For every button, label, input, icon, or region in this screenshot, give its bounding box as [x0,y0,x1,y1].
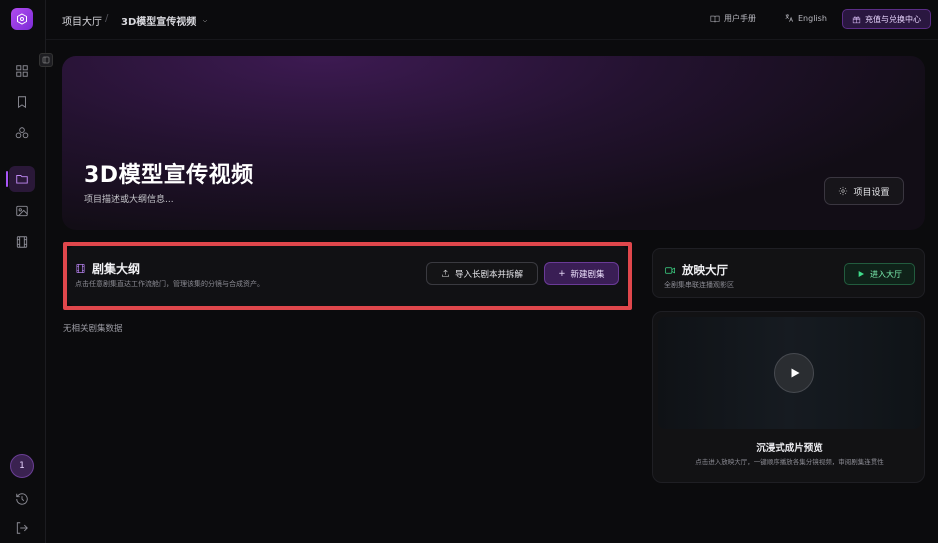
logo-icon [17,13,27,25]
avatar[interactable]: 1 [10,454,34,478]
logout-button[interactable] [9,515,35,541]
screening-hall-title: 放映大厅 [664,262,728,278]
project-description: 项目描述或大纲信息... [84,195,174,205]
play-icon [791,368,800,378]
breadcrumb-separator: / [105,13,109,24]
preview-video[interactable] [658,317,921,429]
history-button[interactable] [9,486,35,512]
preview-title: 沉浸式成片预览 [756,443,823,454]
preview-description: 点击进入放映大厅，一键顺序播放各集分镜视频，审阅剧集连贯性 [695,458,884,466]
screening-hall-title-text: 放映大厅 [682,263,728,277]
image-icon [16,205,28,217]
topbar: 项目大厅 / 3D模型宣传视频 用户手册 English 充值与兑换中心 [46,0,938,40]
chevron-down-icon [203,19,208,22]
project-settings-button[interactable]: 项目设置 [824,177,904,205]
bookmark-icon [18,96,26,109]
enter-hall-button[interactable]: 进入大厅 [844,263,915,285]
breadcrumb-root[interactable]: 项目大厅 [62,13,102,28]
recharge-label: 充值与兑换中心 [865,14,921,24]
assets-icon [15,127,29,139]
play-icon [858,271,864,277]
sidebar-collapse-button[interactable] [39,53,53,67]
user-manual-label: 用户手册 [724,14,756,23]
page-title: 3D模型宣传视频 [84,163,254,188]
language-switch[interactable]: English [784,13,827,23]
highlight-box [63,242,632,310]
panel-icon [42,56,50,64]
breadcrumb-current-label: 3D模型宣传视频 [121,17,197,28]
film-icon [16,236,28,248]
sidebar-item-videos[interactable] [9,229,35,255]
project-hero: 3D模型宣传视频 项目描述或大纲信息... 项目设置 [62,56,925,230]
app-logo[interactable] [11,8,33,30]
translate-icon [785,14,794,22]
user-manual-link[interactable]: 用户手册 [710,13,756,24]
sidebar-item-dashboard[interactable] [9,58,35,84]
video-camera-icon [665,266,675,274]
sidebar-item-projects[interactable] [6,166,35,192]
preview-card[interactable]: 沉浸式成片预览 点击进入放映大厅，一键顺序播放各集分镜视频，审阅剧集连贯性 [652,311,925,483]
logout-icon [16,522,28,534]
history-icon [16,493,28,505]
play-button[interactable] [774,353,814,393]
screening-hall-card: 放映大厅 全剧集串联连播观影区 进入大厅 [652,248,925,298]
avatar-label: 1 [19,461,25,471]
screening-hall-subtitle: 全剧集串联连播观影区 [664,281,734,289]
sidebar-item-images[interactable] [9,198,35,224]
sidebar: 1 [0,0,46,543]
breadcrumb-current[interactable]: 3D模型宣传视频 [121,13,209,28]
sidebar-item-bookmarks[interactable] [9,89,35,115]
sidebar-item-assets[interactable] [9,120,35,146]
dashboard-icon [16,65,28,77]
gear-icon [839,186,848,196]
book-icon [710,15,720,22]
gift-icon [852,16,861,23]
language-label: English [798,13,827,23]
project-settings-label: 项目设置 [853,187,890,198]
empty-episodes-text: 无相关剧集数据 [63,324,123,334]
folder-icon [16,175,28,184]
recharge-center-button[interactable]: 充值与兑换中心 [842,9,931,29]
enter-hall-label: 进入大厅 [870,269,902,279]
